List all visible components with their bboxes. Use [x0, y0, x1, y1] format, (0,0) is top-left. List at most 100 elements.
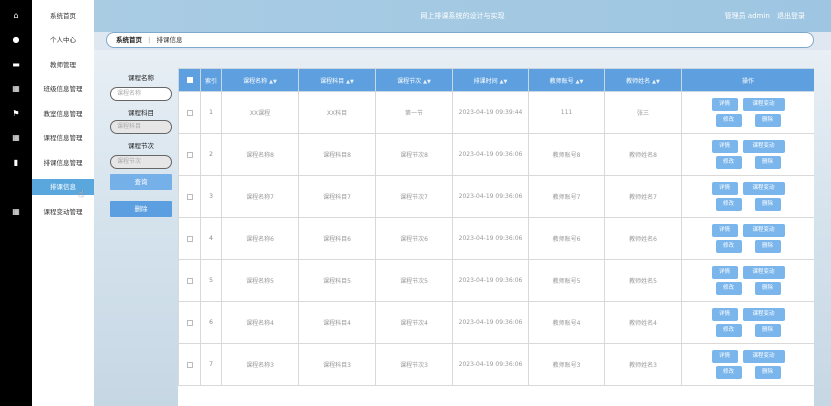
header-course-name[interactable]: 课程名称 ▲▼ — [221, 68, 299, 92]
sidebar-item-schedule[interactable]: 排课信息 — [32, 179, 94, 195]
monitor-icon[interactable]: ▬ — [0, 58, 32, 72]
delete-button[interactable]: 删除 — [754, 156, 781, 169]
cell-course-section: 课程节次7 — [375, 175, 453, 218]
cell-index: 1 — [200, 91, 222, 134]
grid-icon[interactable]: ▦ — [0, 131, 32, 145]
row-checkbox[interactable] — [178, 133, 201, 176]
edit-button[interactable]: 修改 — [715, 324, 742, 337]
cell-index: 4 — [200, 217, 222, 260]
cell-course-subject: 课程科目6 — [298, 217, 376, 260]
cell-schedule-time: 2023-04-19 09:39:44 — [452, 91, 529, 134]
header-teacher-account[interactable]: 教师账号 ▲▼ — [528, 68, 605, 92]
sidebar-item-classrooms[interactable]: 教室信息管理 — [32, 106, 94, 122]
cell-index: 5 — [200, 259, 222, 302]
detail-button[interactable]: 详情 — [711, 140, 738, 153]
detail-button[interactable]: 详情 — [711, 308, 738, 321]
detail-button[interactable]: 详情 — [711, 350, 738, 363]
course-change-button[interactable]: 课程变动 — [742, 98, 785, 111]
sidebar-item-schedule-mgmt[interactable]: 排课信息管理 — [32, 155, 94, 171]
logout-link[interactable]: 退出登录 — [777, 12, 805, 20]
header-course-section[interactable]: 课程节次 ▲▼ — [375, 68, 453, 92]
grid-icon[interactable]: ▦ — [0, 205, 32, 219]
row-checkbox[interactable] — [178, 259, 201, 302]
row-checkbox[interactable] — [178, 175, 201, 218]
edit-button[interactable]: 修改 — [715, 156, 742, 169]
cell-teacher-account: 教师账号3 — [528, 343, 605, 386]
breadcrumb-home[interactable]: 系统首页 — [116, 36, 142, 44]
sidebar-item-classes[interactable]: 班级信息管理 — [32, 81, 94, 97]
cell-teacher-account: 教师账号7 — [528, 175, 605, 218]
table-row: 2 课程名称8 课程科目8 课程节次8 2023-04-19 09:36:06 教师账号8… — [178, 133, 814, 176]
edit-button[interactable]: 修改 — [715, 282, 742, 295]
sidebar-item-home[interactable]: 系统首页 — [32, 8, 94, 24]
course-change-button[interactable]: 课程变动 — [742, 140, 785, 153]
cell-operations: 详情 课程变动 修改 删除 — [681, 217, 814, 260]
sidebar-item-profile[interactable]: 个人中心 — [32, 32, 94, 48]
delete-button[interactable]: 删除 — [754, 114, 781, 127]
table-header-row: 索引 课程名称 ▲▼ 课程科目 ▲▼ 课程节次 ▲▼ 排课时间 ▲▼ 教师账号 ▲▼ 教师… — [178, 68, 814, 92]
detail-button[interactable]: 详情 — [711, 98, 738, 111]
table-row: 7 课程名称3 课程科目3 课程节次3 2023-04-19 09:36:06 教师账号3… — [178, 343, 814, 386]
header-index: 索引 — [200, 68, 222, 92]
mouse-cursor-icon: ☝ — [78, 189, 85, 200]
cell-schedule-time: 2023-04-19 09:36:06 — [452, 343, 529, 386]
user-icon[interactable]: ● — [0, 33, 32, 47]
detail-button[interactable]: 详情 — [711, 182, 738, 195]
cell-index: 7 — [200, 343, 222, 386]
course-name-input[interactable]: 课程名称 — [110, 87, 172, 101]
row-checkbox[interactable] — [178, 217, 201, 260]
course-subject-label: 课程科目 — [128, 109, 154, 117]
row-checkbox[interactable] — [178, 301, 201, 344]
cell-index: 6 — [200, 301, 222, 344]
icon-sidebar: ⌂ ● ▬ ▦ ⚑ ▦ ▮ ▦ — [0, 0, 32, 406]
sidebar-item-teachers[interactable]: 教师管理 — [32, 57, 94, 73]
cell-course-section: 课程节次6 — [375, 217, 453, 260]
cell-schedule-time: 2023-04-19 09:36:06 — [452, 133, 529, 176]
course-change-button[interactable]: 课程变动 — [742, 266, 785, 279]
header-schedule-time[interactable]: 排课时间 ▲▼ — [452, 68, 529, 92]
user-info: 管理员 admin 退出登录 — [720, 11, 805, 21]
detail-button[interactable]: 详情 — [711, 266, 738, 279]
course-subject-input[interactable]: 课程科目 — [110, 120, 172, 134]
cell-course-name: 课程名称4 — [221, 301, 299, 344]
delete-button[interactable]: 删除 — [754, 240, 781, 253]
row-checkbox[interactable] — [178, 91, 201, 134]
home-icon[interactable]: ⌂ — [0, 9, 32, 23]
row-checkbox[interactable] — [178, 343, 201, 386]
sidebar-item-course-changes[interactable]: 课程变动管理 — [32, 204, 94, 220]
header-course-subject[interactable]: 课程科目 ▲▼ — [298, 68, 376, 92]
schedule-table: 索引 课程名称 ▲▼ 课程科目 ▲▼ 课程节次 ▲▼ 排课时间 ▲▼ 教师账号 ▲▼ 教师… — [178, 68, 814, 406]
cell-teacher-account: 教师账号5 — [528, 259, 605, 302]
edit-button[interactable]: 修改 — [715, 114, 742, 127]
grid-icon[interactable]: ▦ — [0, 82, 32, 96]
select-all-checkbox[interactable] — [178, 68, 201, 92]
course-change-button[interactable]: 课程变动 — [742, 224, 785, 237]
course-change-button[interactable]: 课程变动 — [742, 182, 785, 195]
course-name-label: 课程名称 — [128, 74, 154, 82]
batch-delete-button[interactable]: 删除 — [110, 201, 172, 217]
course-change-button[interactable]: 课程变动 — [742, 308, 785, 321]
cell-teacher-name: 教师姓名4 — [604, 301, 682, 344]
edit-button[interactable]: 修改 — [715, 240, 742, 253]
bar-chart-icon[interactable]: ▮ — [0, 156, 32, 170]
cell-teacher-name: 教师姓名6 — [604, 217, 682, 260]
flag-icon[interactable]: ⚑ — [0, 107, 32, 121]
admin-label: 管理员 admin — [724, 12, 770, 20]
delete-button[interactable]: 删除 — [754, 366, 781, 379]
query-button[interactable]: 查询 — [110, 174, 172, 190]
sidebar-item-courses[interactable]: 课程信息管理 — [32, 130, 94, 146]
course-change-button[interactable]: 课程变动 — [742, 350, 785, 363]
edit-button[interactable]: 修改 — [715, 366, 742, 379]
cell-operations: 详情 课程变动 修改 删除 — [681, 133, 814, 176]
header-teacher-name[interactable]: 教师姓名 ▲▼ — [604, 68, 682, 92]
delete-button[interactable]: 删除 — [754, 198, 781, 211]
course-section-label: 课程节次 — [128, 142, 154, 150]
detail-button[interactable]: 详情 — [711, 224, 738, 237]
cell-course-name: 课程名称6 — [221, 217, 299, 260]
edit-button[interactable]: 修改 — [715, 198, 742, 211]
breadcrumb: 系统首页 ⋮ 排课信息 — [106, 32, 814, 48]
table-row: 3 课程名称7 课程科目7 课程节次7 2023-04-19 09:36:06 教师账号7… — [178, 175, 814, 218]
delete-button[interactable]: 删除 — [754, 282, 781, 295]
course-section-input[interactable]: 课程节次 — [110, 155, 172, 169]
delete-button[interactable]: 删除 — [754, 324, 781, 337]
